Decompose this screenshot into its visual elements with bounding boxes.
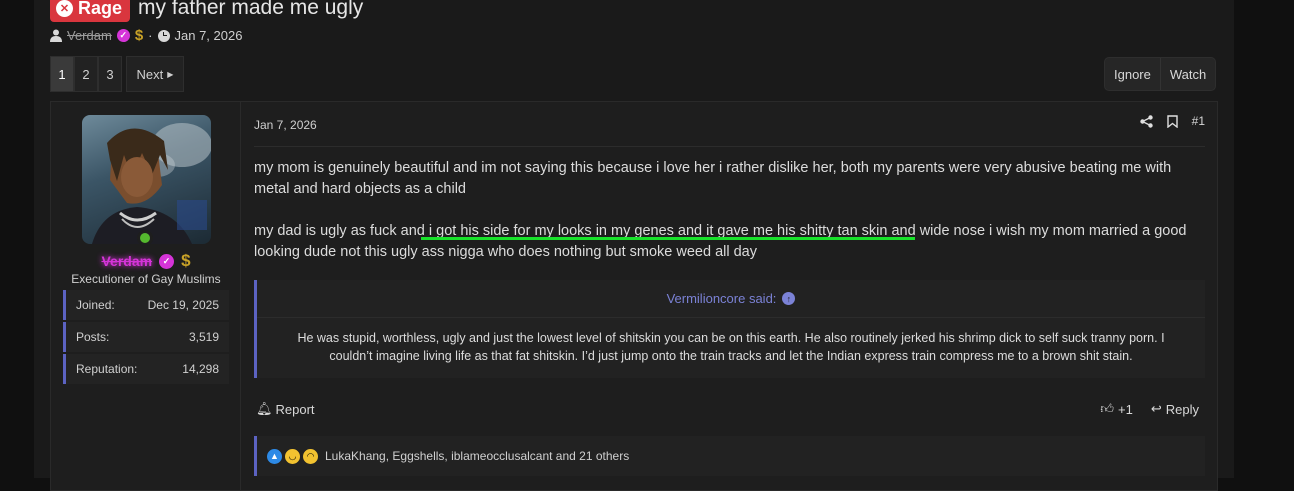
angry-face-icon: ✕ [56, 0, 73, 17]
post-user-column: Verdam ✓ $ Executioner of Gay Muslims Jo… [51, 102, 241, 490]
meta-separator: · [148, 28, 153, 43]
user-icon [50, 29, 62, 42]
watch-button[interactable]: Watch [1159, 58, 1215, 90]
thread-prefix-badge[interactable]: ✕ Rage [50, 0, 131, 22]
stat-label: Joined: [76, 298, 115, 312]
thread-title: my father made me ugly [138, 0, 364, 19]
verified-badge-icon: ✓ [116, 29, 130, 42]
stat-label: Reputation: [76, 362, 138, 376]
post-footer: 🔔︎ Report 👍︎ +1 ↩ Reply [256, 401, 1199, 417]
thumbs-up-icon: 👍︎ [1100, 401, 1115, 416]
post-paragraph-1: my mom is genuinely beautiful and im not… [254, 160, 1172, 197]
user-avatar[interactable] [82, 115, 211, 244]
next-label: Next [136, 66, 164, 82]
post-date-link[interactable]: Jan 7, 2026 [254, 118, 317, 132]
thread-date[interactable]: Jan 7, 2026 [175, 28, 243, 43]
post-body: my mom is genuinely beautiful and im not… [254, 158, 1205, 284]
bell-icon: 🔔︎ [256, 401, 273, 416]
pagination: 1 2 3 Next ▶ [50, 56, 184, 92]
quote-header[interactable]: Vermilioncore said: ↑ [257, 280, 1205, 318]
thread-author-link[interactable]: Verdam [67, 28, 112, 43]
page-link-1[interactable]: 1 [50, 56, 74, 92]
post-number-link[interactable]: #1 [1192, 114, 1205, 128]
ignore-button[interactable]: Ignore [1105, 58, 1160, 90]
quote-author: Vermilioncore said: [666, 291, 777, 306]
user-stat-joined: Joined: Dec 19, 2025 [63, 290, 229, 320]
page-link-2[interactable]: 2 [74, 56, 98, 92]
clock-icon [157, 29, 170, 42]
dollar-badge-icon: $ [181, 251, 191, 270]
report-button[interactable]: 🔔︎ Report [256, 401, 315, 417]
user-stat-posts: Posts: 3,519 [63, 322, 229, 352]
post: Verdam ✓ $ Executioner of Gay Muslims Jo… [50, 101, 1218, 491]
prefix-label: Rage [78, 0, 123, 18]
verified-badge-icon: ✓ [159, 253, 175, 269]
user-title: Executioner of Gay Muslims [71, 272, 221, 286]
report-label: Report [275, 401, 315, 417]
quote-block: Vermilioncore said: ↑ He was stupid, wor… [254, 280, 1205, 378]
stat-value: Dec 19, 2025 [147, 298, 219, 312]
reactions-list[interactable]: LukaKhang, Eggshells, iblameocclusalcant… [325, 449, 629, 463]
online-status-indicator [137, 230, 153, 246]
thread-header: ✕ Rage my father made me ugly [50, 0, 363, 22]
next-page-button[interactable]: Next ▶ [126, 56, 184, 92]
bookmark-icon[interactable] [1166, 114, 1178, 128]
post-content: Jan 7, 2026 #1 my mom is genuinely beaut… [242, 102, 1217, 490]
post-header-divider [254, 146, 1205, 147]
page-link-3[interactable]: 3 [98, 56, 122, 92]
like-reaction-icon: ▲ [267, 448, 282, 464]
caret-right-icon: ▶ [167, 69, 174, 79]
sad-reaction-icon: ◠ [303, 448, 318, 464]
avatar-image [92, 123, 211, 244]
reactions-bar[interactable]: ▲ ◡ ◠ LukaKhang, Eggshells, iblameocclus… [254, 436, 1205, 476]
highlight-underline [421, 237, 915, 240]
like-count: +1 [1118, 401, 1133, 417]
thread-actions: Ignore Watch [1104, 57, 1217, 91]
post-paragraph-2: my dad is ugly as fuck and i got his sid… [254, 223, 1187, 260]
reply-label: Reply [1165, 401, 1199, 417]
dollar-badge-icon: $ [134, 27, 144, 44]
stat-value[interactable]: 3,519 [189, 330, 219, 344]
user-stat-reputation: Reputation: 14,298 [63, 354, 229, 384]
reply-button[interactable]: ↩ Reply [1151, 401, 1199, 417]
arrow-up-circle-icon: ↑ [782, 292, 796, 305]
reply-arrow-icon: ↩ [1150, 401, 1162, 416]
post-footer-actions: 👍︎ +1 ↩ Reply [1100, 401, 1199, 417]
post-username-row: Verdam ✓ $ [51, 251, 241, 271]
quote-text: He was stupid, worthless, ugly and just … [297, 331, 1165, 363]
post-header-actions: #1 [1139, 114, 1205, 128]
like-button[interactable]: 👍︎ +1 [1100, 401, 1132, 417]
laugh-reaction-icon: ◡ [285, 448, 300, 464]
thread-meta: Verdam ✓ $ · Jan 7, 2026 [50, 27, 242, 44]
share-icon[interactable] [1139, 114, 1153, 128]
stat-value: 14,298 [182, 362, 219, 376]
post-username-link[interactable]: Verdam [101, 253, 152, 269]
stat-label: Posts: [76, 330, 110, 344]
